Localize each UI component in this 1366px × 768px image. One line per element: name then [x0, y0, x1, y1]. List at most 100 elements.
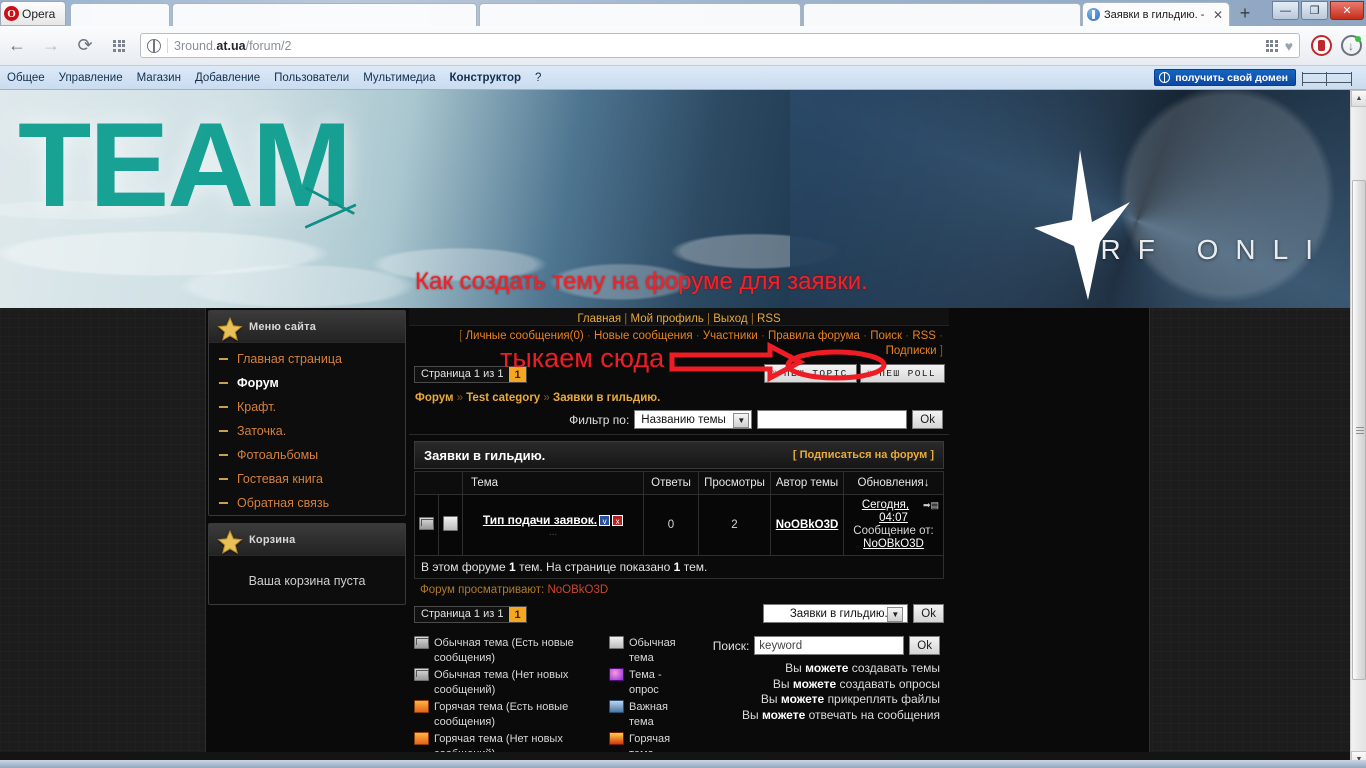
nav-link-pm[interactable]: Личные сообщения(0) — [465, 330, 583, 342]
filter-ok-button[interactable]: Ok — [912, 410, 943, 429]
nav-link-search[interactable]: Поиск — [870, 330, 902, 342]
forward-button[interactable]: → — [34, 29, 68, 63]
forum-jump-ok-button[interactable]: Ok — [913, 604, 944, 623]
downloads-button[interactable]: ↓ — [1336, 35, 1366, 56]
background-tab-2[interactable] — [172, 3, 477, 26]
breadcrumb-category[interactable]: Test category — [466, 392, 540, 404]
sidebar-link-feedback[interactable]: Обратная связь — [237, 496, 329, 510]
filter-select-value: Названию темы — [641, 413, 726, 426]
left-sidebar: Меню сайта Главная страница Форум Крафт.… — [208, 310, 406, 612]
th-topic[interactable]: Тема — [462, 471, 644, 495]
maximize-button[interactable]: ❐ — [1301, 1, 1328, 20]
pager-bottom: Страница 1 из 1 1 — [414, 606, 527, 623]
sidebar-link-forum[interactable]: Форум — [237, 376, 279, 390]
forum-action-buttons: » ΠΕШ ΤΟΡΙC » ΠΕШ ΡΟLL — [764, 364, 945, 383]
nav-link-members[interactable]: Участники — [703, 330, 758, 342]
goto-last-post-icon[interactable]: ➡▤ — [923, 499, 939, 512]
horizontal-scrollbar[interactable] — [0, 752, 1350, 760]
sidebar-link-craft[interactable]: Крафт. — [237, 400, 276, 414]
search-input[interactable] — [754, 636, 905, 655]
background-tab-4[interactable] — [803, 3, 1081, 26]
nav-link-rss[interactable]: RSS — [912, 330, 936, 342]
topic-update-from-user[interactable]: NoOBkO3D — [863, 538, 924, 550]
permission-line: Вы можете отвечать на сообщения — [713, 708, 940, 724]
nav-link-rules[interactable]: Правила форума — [768, 330, 860, 342]
active-tab[interactable]: Заявки в гильдию. - ✕ — [1082, 2, 1230, 26]
th-views[interactable]: Просмотры — [698, 471, 771, 495]
permission-line: Вы можете прикреплять файлы — [713, 692, 940, 708]
nav-link-subscriptions[interactable]: Подписки — [886, 345, 937, 357]
vertical-scrollbar[interactable]: ▲ ▼ — [1350, 90, 1366, 768]
nav-link-new-messages[interactable]: Новые сообщения — [594, 330, 693, 342]
subscribe-forum-link[interactable]: [ Подписаться на форум ] — [793, 449, 934, 461]
top-link-home[interactable]: Главная — [577, 313, 621, 325]
forum-jump-select[interactable]: Заявки в гильдию. ▼ — [763, 604, 909, 623]
note-prefix: В этом форуме — [421, 560, 506, 574]
pager-bottom-current-page[interactable]: 1 — [509, 607, 526, 622]
admin-item-polzovateli[interactable]: Пользователи — [267, 72, 356, 84]
opera-window-button[interactable]: O Opera — [0, 1, 66, 25]
apps-grid-icon[interactable] — [1265, 39, 1278, 52]
reload-button[interactable]: ⟳ — [68, 29, 102, 63]
background-tab-3[interactable] — [479, 3, 801, 26]
topic-update-date[interactable]: Сегодня, 04:07 — [862, 499, 909, 524]
sidebar-item-home[interactable]: Главная страница — [213, 347, 405, 371]
divider: | — [703, 313, 714, 325]
cart-title: Корзина — [249, 533, 296, 546]
top-link-logout[interactable]: Выход — [713, 313, 747, 325]
new-topic-button[interactable]: » ΠΕШ ΤΟΡΙC — [764, 364, 857, 383]
topic-subtext: ... — [548, 526, 558, 538]
search-ok-button[interactable]: Ok — [909, 636, 940, 655]
back-button[interactable]: ← — [0, 29, 34, 63]
chevrons-icon: » — [866, 368, 875, 379]
perm-strong: можете — [780, 692, 825, 706]
background-tab-1[interactable] — [70, 3, 170, 26]
top-link-profile[interactable]: Мой профиль — [630, 313, 703, 325]
sidebar-item-forum[interactable]: Форум — [213, 371, 405, 395]
new-tab-button[interactable]: + — [1236, 4, 1254, 23]
scrollbar-thumb[interactable] — [1352, 180, 1366, 680]
th-replies[interactable]: Ответы — [643, 471, 699, 495]
admin-item-upravlenie[interactable]: Управление — [52, 72, 130, 84]
legend-text: Обычная тема — [629, 637, 676, 664]
sidebar-link-guestbook[interactable]: Гостевая книга — [237, 472, 323, 486]
forum-nav-links: [ Личные сообщения(0) · Новые сообщения … — [409, 326, 949, 362]
scroll-up-button[interactable]: ▲ — [1351, 90, 1366, 107]
th-author[interactable]: Автор темы — [770, 471, 844, 495]
speed-dial-button[interactable] — [102, 29, 136, 63]
filter-input[interactable] — [757, 410, 908, 429]
sidebar-item-feedback[interactable]: Обратная связь — [213, 491, 405, 515]
admin-item-konstruktor[interactable]: Конструктор — [442, 72, 528, 84]
heart-icon[interactable]: ♥ — [1285, 38, 1293, 54]
tab-close-icon[interactable]: ✕ — [1211, 8, 1225, 22]
breadcrumb-root[interactable]: Форум — [415, 392, 453, 404]
topic-badge-v-icon[interactable]: v — [599, 514, 611, 526]
topic-link[interactable]: Тип подачи заявок. — [483, 513, 597, 527]
filter-select[interactable]: Названию темы ▼ — [634, 410, 753, 429]
sidebar-link-home[interactable]: Главная страница — [237, 352, 342, 366]
topic-badge-x-icon[interactable]: x — [612, 514, 624, 526]
sidebar-item-craft[interactable]: Крафт. — [213, 395, 405, 419]
admin-item-obshee[interactable]: Общее — [0, 72, 52, 84]
sidebar-link-photoalbums[interactable]: Фотоальбомы — [237, 448, 318, 462]
th-updates[interactable]: Обновления↓ — [843, 471, 944, 495]
get-domain-button[interactable]: получить свой домен — [1154, 69, 1296, 86]
admin-item-dobavlenie[interactable]: Добавление — [188, 72, 267, 84]
address-bar[interactable]: 3round.at.ua/forum/2 ♥ — [140, 33, 1300, 58]
new-poll-button[interactable]: » ΠΕШ ΡΟLL — [859, 364, 945, 383]
sidebar-item-photoalbums[interactable]: Фотоальбомы — [213, 443, 405, 467]
viewing-user-link[interactable]: NoOBkO3D — [547, 584, 608, 596]
close-window-button[interactable]: ✕ — [1330, 1, 1364, 20]
admin-item-multimedia[interactable]: Мультимедиа — [356, 72, 442, 84]
sidebar-link-sharpening[interactable]: Заточка. — [237, 424, 286, 438]
ad-blocker-button[interactable] — [1306, 35, 1336, 56]
poll-icon — [609, 668, 624, 681]
topic-author-link[interactable]: NoOBkO3D — [776, 519, 839, 531]
top-link-rss[interactable]: RSS — [757, 313, 781, 325]
table-row[interactable]: Тип подачи заявок. v x ... 0 2 NoOBkO3D ➡▤ — [414, 494, 944, 556]
minimize-button[interactable]: — — [1272, 1, 1299, 20]
admin-item-magazin[interactable]: Магазин — [130, 72, 188, 84]
admin-item-help[interactable]: ? — [528, 72, 548, 84]
sidebar-item-guestbook[interactable]: Гостевая книга — [213, 467, 405, 491]
sidebar-item-sharpening[interactable]: Заточка. — [213, 419, 405, 443]
